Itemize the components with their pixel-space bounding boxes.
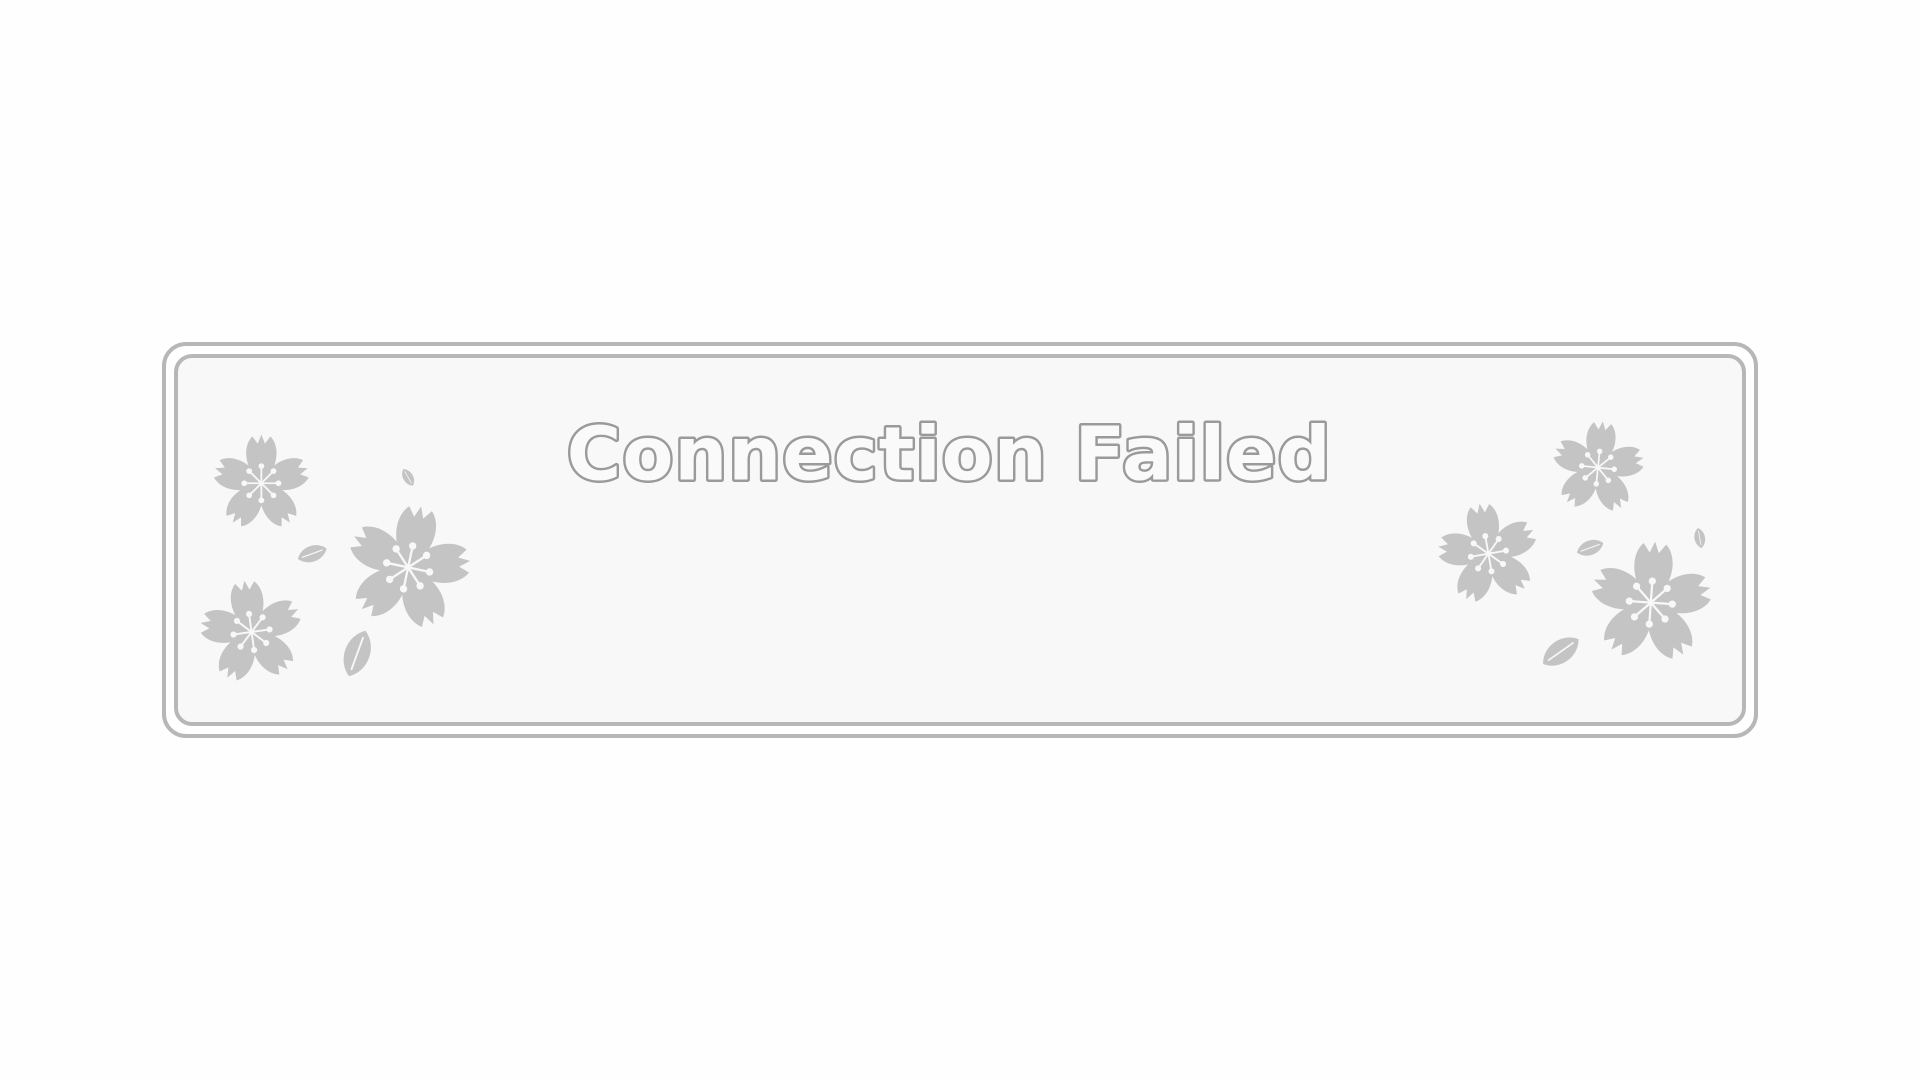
dialog-title: Connection Failed xyxy=(567,410,1332,497)
dialog-panel: Connection Failed xyxy=(174,354,1746,726)
dialog-title-area: Connection Failed xyxy=(564,408,1333,500)
game-stage: Connection Failed xyxy=(0,0,1920,1080)
connection-failed-dialog: Connection Failed xyxy=(162,342,1758,738)
